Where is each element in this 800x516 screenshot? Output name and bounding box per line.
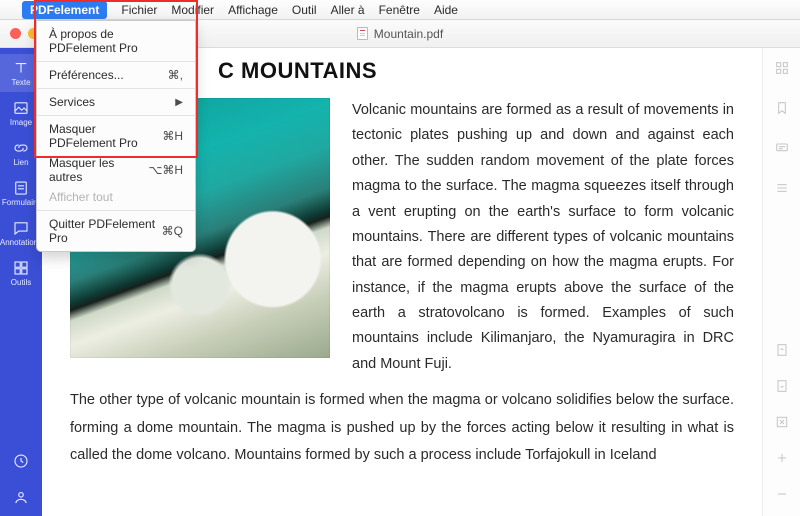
menu-separator [37,210,195,211]
shortcut-label: ⌥⌘H [149,163,184,177]
doc-paragraph-1: Volcanic mountains are formed as a resul… [352,98,734,377]
document-title: Mountain.pdf [357,27,443,41]
shortcut-label: ⌘H [162,129,183,143]
macos-menubar: PDFelement Fichier Modifier Affichage Ou… [0,0,800,20]
menu-pdfelement[interactable]: PDFelement [22,1,107,19]
comments-icon[interactable] [774,140,790,156]
menu-affichage[interactable]: Affichage [228,3,278,17]
page-down-icon[interactable] [774,378,790,394]
menu-hide-app[interactable]: Masquer PDFelement Pro⌘H [37,119,195,153]
sidebar-label: Image [10,119,32,127]
doc-heading: C MOUNTAINS [218,58,734,84]
document-icon [357,27,368,40]
text-icon [12,59,30,77]
thumbnails-icon[interactable] [774,60,790,76]
sidebar-label: Lien [13,159,28,167]
menu-fenetre[interactable]: Fenêtre [379,3,420,17]
submenu-arrow-icon: ▶ [175,97,183,108]
shortcut-label: ⌘, [168,68,183,82]
sidebar-item-outils[interactable]: Outils [0,254,42,292]
menu-preferences[interactable]: Préférences...⌘, [37,65,195,85]
shortcut-label: ⌘Q [162,224,183,238]
sidebar-label: Texte [11,79,30,87]
zoom-out-icon[interactable] [774,486,790,502]
menu-separator [37,61,195,62]
close-window-button[interactable] [10,28,21,39]
form-icon [12,179,30,197]
menu-about[interactable]: À propos de PDFelement Pro [37,24,195,58]
document-title-text: Mountain.pdf [374,27,443,41]
menu-fichier[interactable]: Fichier [121,3,157,17]
menu-show-all: Afficher tout [37,187,195,207]
menu-services[interactable]: Services▶ [37,92,195,112]
sidebar-label: Outils [11,279,31,287]
right-panel-rail [762,48,800,516]
menu-hide-others[interactable]: Masquer les autres⌥⌘H [37,153,195,187]
list-icon[interactable] [774,180,790,196]
sidebar-label: Formulaire [2,199,40,207]
menu-separator [37,115,195,116]
bookmark-icon[interactable] [774,100,790,116]
annotations-icon [12,219,30,237]
menu-aller-a[interactable]: Aller à [331,3,365,17]
menu-outil[interactable]: Outil [292,3,317,17]
tools-icon [12,259,30,277]
user-icon[interactable] [12,488,30,506]
app-menu-dropdown: À propos de PDFelement Pro Préférences..… [36,20,196,252]
image-icon [12,99,30,117]
menu-separator [37,88,195,89]
zoom-in-icon[interactable] [774,450,790,466]
menu-modifier[interactable]: Modifier [171,3,214,17]
menu-quit[interactable]: Quitter PDFelement Pro⌘Q [37,214,195,248]
page-up-icon[interactable] [774,342,790,358]
fit-page-icon[interactable] [774,414,790,430]
doc-paragraph-2: The other type of volcanic mountain is f… [70,387,734,470]
history-icon[interactable] [12,452,30,470]
menu-aide[interactable]: Aide [434,3,458,17]
link-icon [12,139,30,157]
